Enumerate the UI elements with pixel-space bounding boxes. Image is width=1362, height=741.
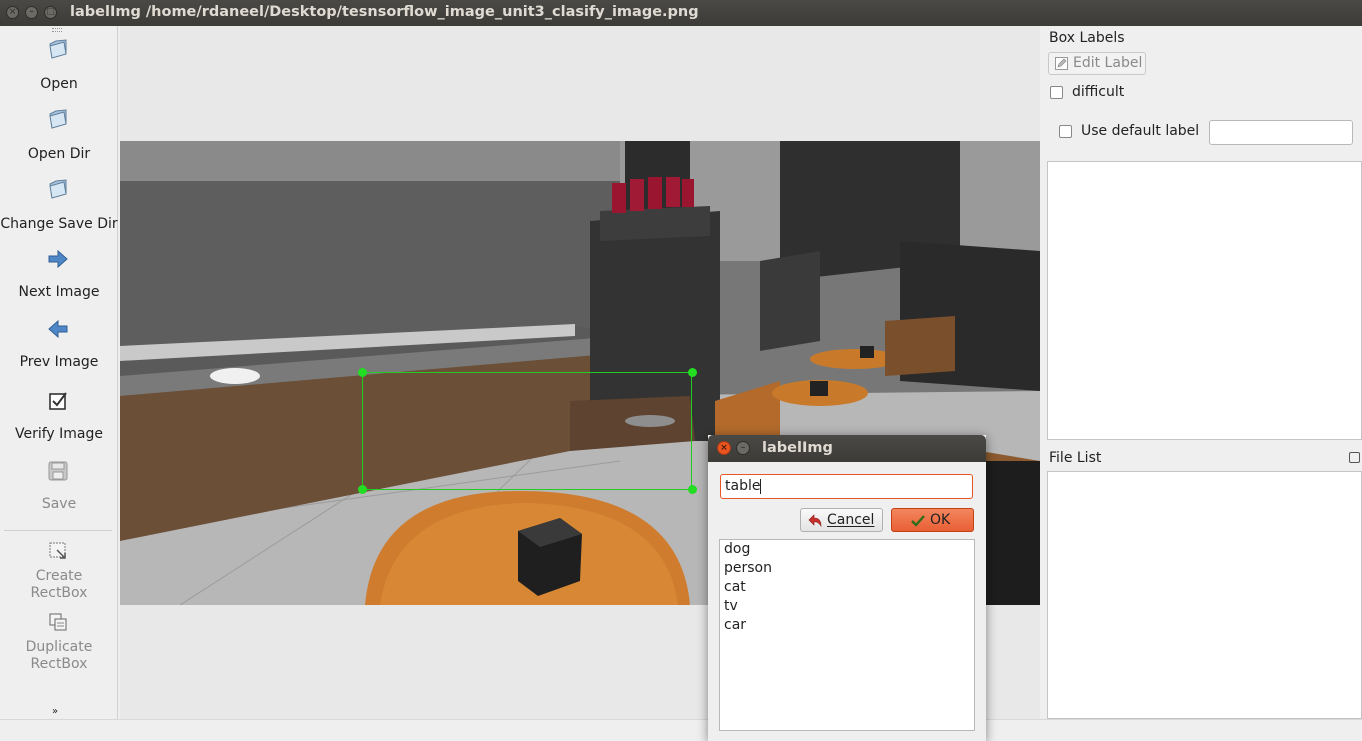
- change-save-dir-button[interactable]: Change Save Dir: [0, 178, 118, 236]
- verify-image-button[interactable]: Verify Image: [0, 390, 118, 446]
- box-labels-list[interactable]: [1047, 161, 1362, 440]
- open-dir-button[interactable]: Open Dir: [0, 108, 118, 166]
- open-folder-icon: [49, 109, 67, 129]
- open-dir-label: Open Dir: [27, 146, 91, 162]
- ok-label: OK: [930, 512, 951, 528]
- prev-image-label: Prev Image: [19, 354, 99, 370]
- right-dock: Box Labels Edit Label difficult Use defa…: [1042, 26, 1362, 719]
- bbox-handle-bottom-left[interactable]: [358, 485, 367, 494]
- create-rectbox-button[interactable]: Create RectBox: [0, 540, 118, 601]
- next-image-button[interactable]: Next Image: [0, 248, 118, 304]
- cancel-button[interactable]: Cancel: [800, 508, 883, 532]
- text-caret: [760, 478, 762, 494]
- change-save-dir-label: Change Save Dir: [0, 216, 118, 232]
- list-item[interactable]: dog: [724, 541, 750, 557]
- dialog-titlebar: × – labelImg: [708, 435, 986, 462]
- window-title: labelImg /home/rdaneel/Desktop/tesnsorfl…: [70, 4, 699, 20]
- undo-arrow-icon: [808, 514, 822, 528]
- status-bar: [0, 719, 1362, 741]
- label-input-value: table: [725, 478, 761, 494]
- dialog-minimize-button[interactable]: –: [736, 441, 750, 455]
- use-default-label-text: Use default label: [1081, 123, 1200, 139]
- edit-label-button[interactable]: Edit Label: [1048, 52, 1146, 75]
- toolbar-separator: [4, 530, 112, 531]
- toolbar-extension-chevron-icon[interactable]: »: [52, 706, 58, 717]
- label-text-input[interactable]: table: [720, 474, 973, 499]
- list-item[interactable]: tv: [724, 598, 738, 614]
- duplicate-rectbox-button[interactable]: Duplicate RectBox: [0, 611, 118, 672]
- arrow-left-icon: [48, 319, 68, 339]
- duplicate-rectbox-icon: [49, 613, 67, 631]
- difficult-label: difficult: [1072, 84, 1125, 100]
- bbox-handle-bottom-right[interactable]: [688, 485, 697, 494]
- cancel-label: Cancel: [827, 512, 875, 528]
- arrow-right-icon: [48, 249, 68, 269]
- open-folder-icon: [49, 39, 67, 59]
- verify-image-label: Verify Image: [14, 426, 103, 442]
- dialog-close-button[interactable]: ×: [717, 441, 731, 455]
- edit-label-text: Edit Label: [1073, 55, 1143, 71]
- bounding-box[interactable]: [358, 368, 697, 494]
- list-item[interactable]: car: [724, 617, 746, 633]
- duplicate-rectbox-label-2: RectBox: [30, 656, 88, 672]
- open-label: Open: [40, 76, 78, 92]
- file-list-title: File List: [1049, 450, 1102, 466]
- maximize-window-button[interactable]: □: [44, 6, 57, 19]
- create-rectbox-label-1: Create: [35, 568, 83, 584]
- file-list[interactable]: [1047, 471, 1362, 719]
- create-rectbox-icon: [49, 542, 66, 559]
- save-label: Save: [41, 496, 77, 512]
- edit-icon: [1055, 57, 1068, 70]
- dialog-title: labelImg: [762, 440, 833, 456]
- default-label-input[interactable]: [1209, 120, 1353, 145]
- checkbox-icon: [49, 392, 67, 410]
- box-labels-title: Box Labels: [1049, 30, 1125, 46]
- dock-float-button[interactable]: [1349, 452, 1360, 463]
- close-window-button[interactable]: ×: [6, 6, 19, 19]
- save-icon: [48, 461, 68, 481]
- checkmark-icon: [911, 515, 925, 527]
- ok-button[interactable]: OK: [891, 508, 974, 532]
- prev-image-button[interactable]: Prev Image: [0, 318, 118, 374]
- bbox-handle-top-right[interactable]: [688, 368, 697, 377]
- list-item[interactable]: person: [724, 560, 772, 576]
- use-default-label-checkbox[interactable]: [1059, 125, 1072, 138]
- open-button[interactable]: Open: [0, 38, 118, 96]
- list-item[interactable]: cat: [724, 579, 746, 595]
- window-titlebar: × – □ labelImg /home/rdaneel/Desktop/tes…: [0, 0, 1362, 26]
- create-rectbox-label-2: RectBox: [30, 585, 88, 601]
- label-history-list[interactable]: dog person cat tv car: [719, 539, 975, 731]
- toolbar-grip[interactable]: [52, 28, 62, 32]
- difficult-checkbox[interactable]: [1050, 86, 1063, 99]
- left-toolbar: Open Open Dir Change Save Dir Next Image…: [0, 26, 118, 719]
- save-button[interactable]: Save: [0, 460, 118, 516]
- label-dialog: × – labelImg table Cancel OK dog person …: [708, 435, 986, 741]
- duplicate-rectbox-label-1: Duplicate: [25, 639, 93, 655]
- open-folder-icon: [49, 179, 67, 199]
- bbox-handle-top-left[interactable]: [358, 368, 367, 377]
- next-image-label: Next Image: [18, 284, 100, 300]
- minimize-window-button[interactable]: –: [25, 6, 38, 19]
